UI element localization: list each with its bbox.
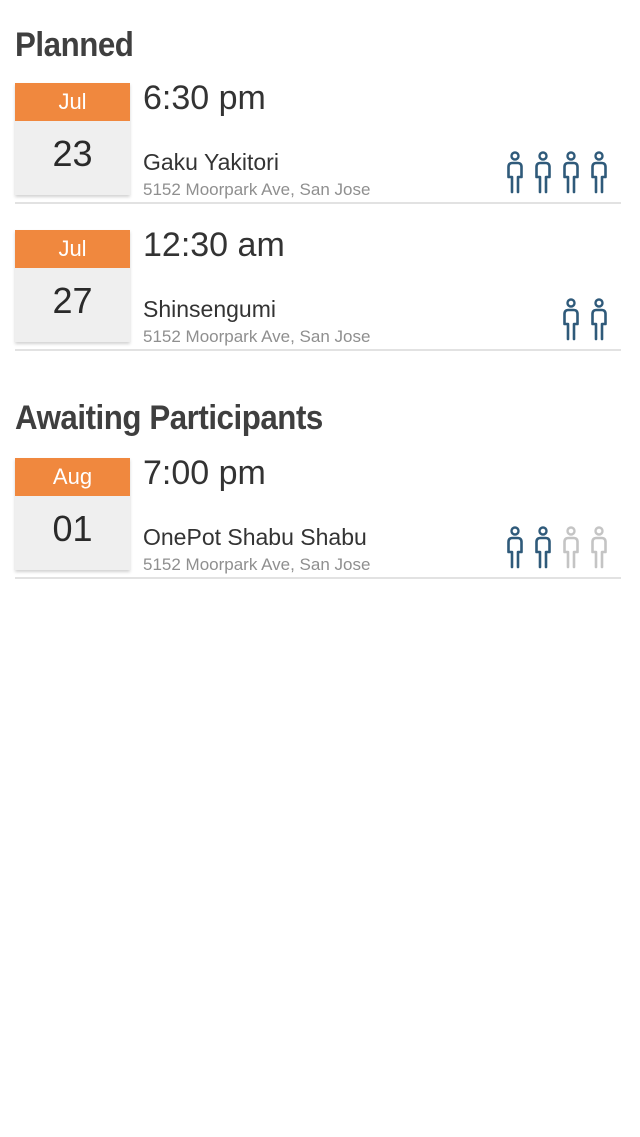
section-title-planned: Planned [15,26,134,64]
event-time: 7:00 pm [143,454,266,492]
event-address: 5152 Moorpark Ave, San Jose [143,327,371,346]
event-name: OnePot Shabu Shabu [143,524,367,550]
event-name: Gaku Yakitori [143,149,279,175]
person-filled-icon [505,526,525,570]
event-address: 5152 Moorpark Ave, San Jose [143,555,371,574]
event-row[interactable]: Aug 01 7:00 pm OnePot Shabu Shabu 5152 M… [15,450,621,579]
person-empty-icon [561,526,581,570]
event-name: Shinsengumi [143,296,276,322]
date-month: Aug [15,458,130,496]
event-time: 6:30 pm [143,79,266,117]
participants [505,151,609,195]
person-filled-icon [589,298,609,342]
participants [561,298,609,342]
event-address: 5152 Moorpark Ave, San Jose [143,180,371,199]
date-badge: Jul 27 [15,230,130,342]
event-row[interactable]: Jul 27 12:30 am Shinsengumi 5152 Moorpar… [15,222,621,351]
date-badge: Jul 23 [15,83,130,195]
date-badge: Aug 01 [15,458,130,570]
event-row[interactable]: Jul 23 6:30 pm Gaku Yakitori 5152 Moorpa… [15,75,621,204]
person-empty-icon [589,526,609,570]
date-month: Jul [15,230,130,268]
date-day: 27 [52,280,93,321]
person-filled-icon [561,298,581,342]
person-filled-icon [561,151,581,195]
date-day: 23 [52,133,93,174]
date-day: 01 [52,508,93,549]
person-filled-icon [533,151,553,195]
person-filled-icon [533,526,553,570]
date-month: Jul [15,83,130,121]
participants [505,526,609,570]
person-filled-icon [505,151,525,195]
event-time: 12:30 am [143,226,285,264]
person-filled-icon [589,151,609,195]
section-title-awaiting-participants: Awaiting Participants [15,399,323,437]
